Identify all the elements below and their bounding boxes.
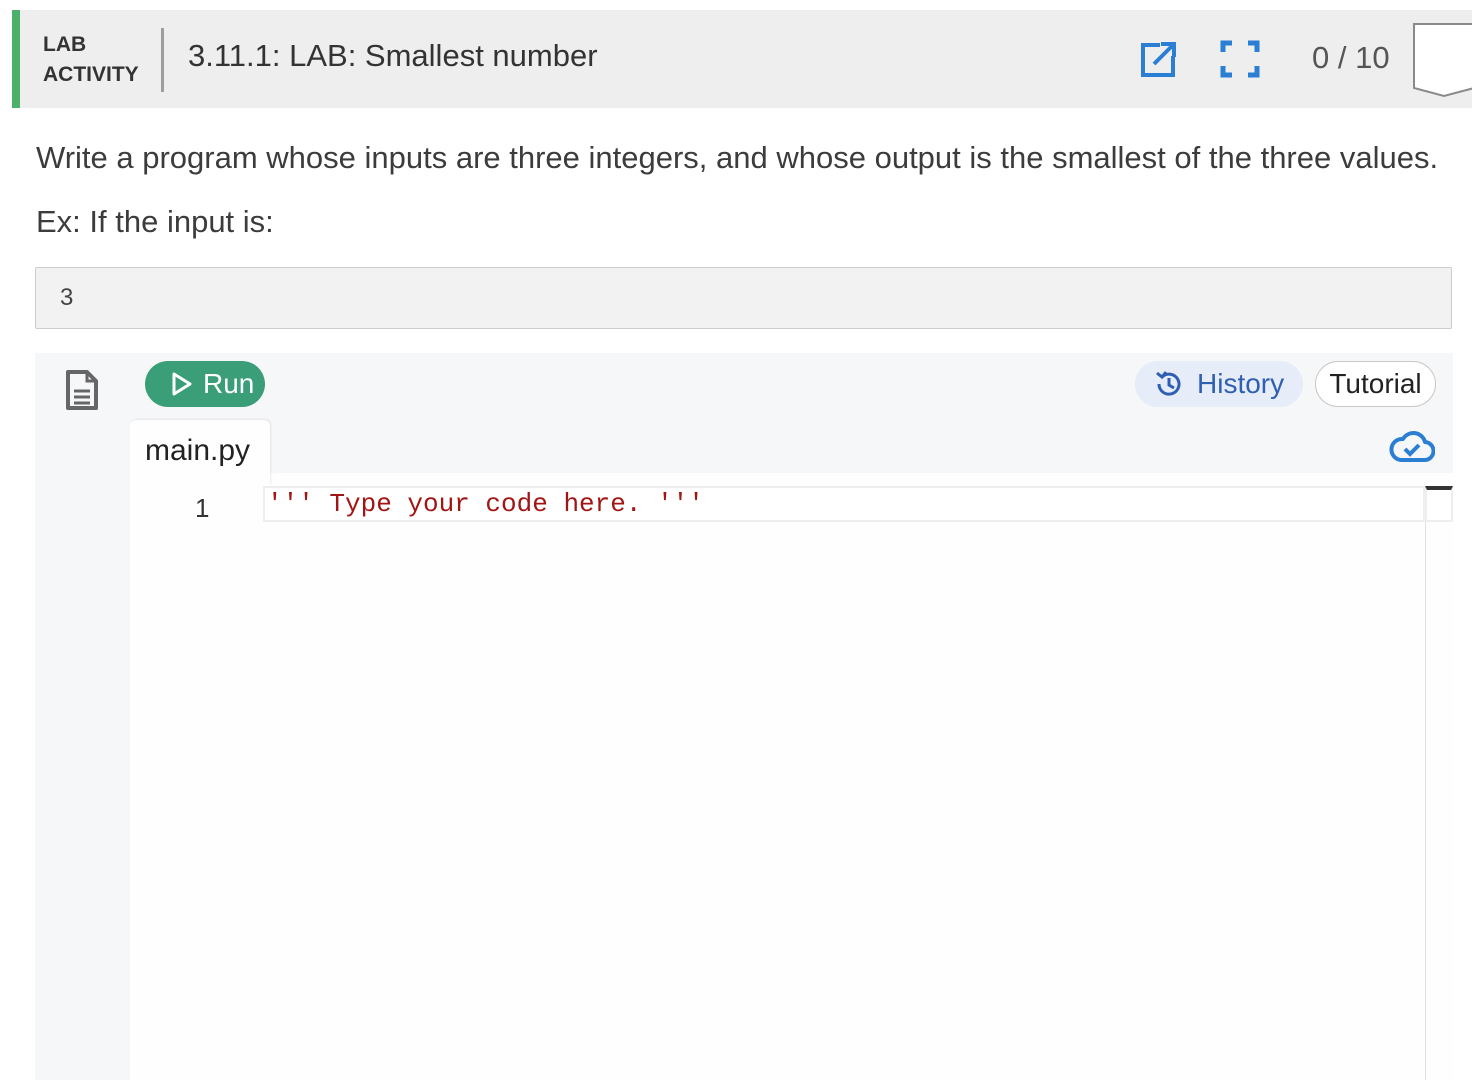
lab-title: 3.11.1: LAB: Smallest number — [188, 38, 598, 73]
tab-main-py[interactable]: main.py — [130, 420, 270, 486]
fullscreen-icon[interactable] — [1220, 40, 1260, 78]
cloud-saved-icon — [1389, 429, 1436, 463]
example-label: Ex: If the input is: — [36, 204, 274, 239]
completion-badge-icon — [1412, 22, 1472, 98]
line-number: 1 — [195, 493, 210, 523]
tutorial-button[interactable]: Tutorial — [1315, 361, 1436, 407]
history-button[interactable]: History — [1135, 361, 1303, 407]
activity-type-line2: ACTIVITY — [43, 63, 139, 86]
history-button-label: History — [1197, 368, 1285, 399]
open-external-icon[interactable] — [1140, 40, 1178, 78]
tutorial-button-label: Tutorial — [1329, 368, 1422, 399]
run-button[interactable]: Run — [145, 361, 265, 407]
file-tab-label: main.py — [145, 434, 251, 467]
score-display: 0 / 10 — [1312, 40, 1390, 75]
editor-scrollbar[interactable] — [1425, 486, 1453, 522]
code-editor-area[interactable] — [130, 473, 1453, 1080]
header-divider — [161, 28, 164, 92]
example-input-box: 3 — [35, 267, 1452, 329]
instructions-text: Write a program whose inputs are three i… — [36, 140, 1439, 175]
activity-header: LAB ACTIVITY 3.11.1: LAB: Smallest numbe… — [12, 10, 1472, 108]
history-icon — [1156, 371, 1181, 396]
activity-type-line1: LAB — [43, 33, 87, 56]
activity-type-label: LAB ACTIVITY — [43, 30, 139, 90]
editor-gutter-border — [1425, 522, 1426, 1080]
code-line-text: ''' Type your code here. ''' — [267, 489, 704, 519]
lab-activity-page: LAB ACTIVITY 3.11.1: LAB: Smallest numbe… — [0, 0, 1472, 1080]
code-editor-panel: Run History Tutorial main.py 1 ''' Type … — [35, 353, 1453, 1080]
example-input-value: 3 — [60, 284, 74, 311]
code-line[interactable]: ''' Type your code here. ''' — [263, 486, 1425, 522]
file-document-icon[interactable] — [65, 369, 99, 411]
run-button-label: Run — [203, 368, 255, 399]
play-icon — [172, 372, 192, 396]
